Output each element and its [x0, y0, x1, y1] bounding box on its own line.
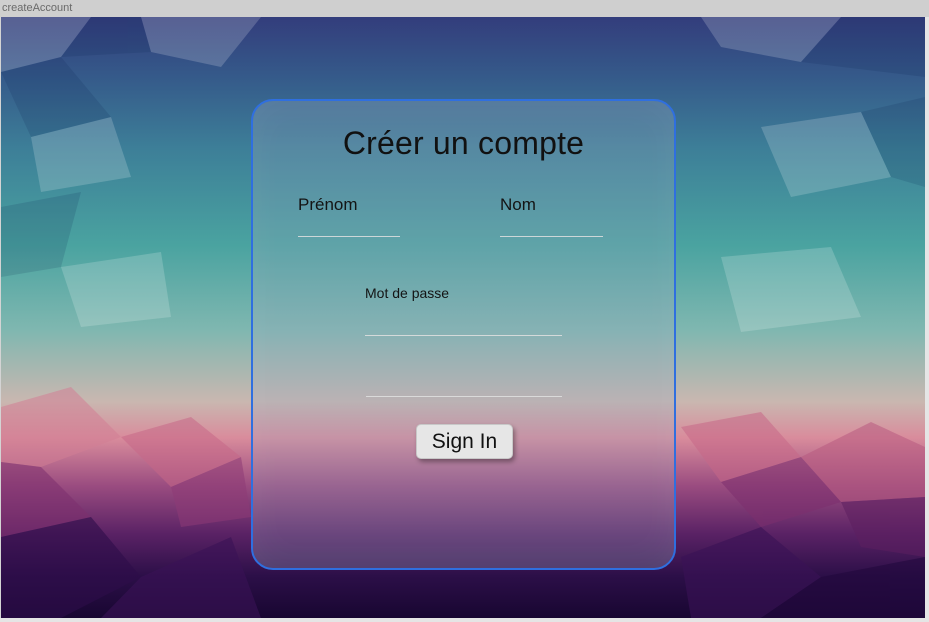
- window-title: createAccount: [0, 0, 929, 17]
- create-account-card: Créer un compte Prénom Nom Mot de passe …: [251, 99, 676, 570]
- last-name-underline: [500, 236, 603, 237]
- last-name-label: Nom: [500, 195, 536, 214]
- window-frame-bottom: [0, 618, 929, 622]
- last-name-input[interactable]: [500, 218, 603, 236]
- window-frame-right: [925, 17, 929, 622]
- password-underline: [365, 335, 562, 336]
- confirm-password-underline: [366, 396, 562, 397]
- first-name-underline: [298, 236, 400, 237]
- first-name-input[interactable]: [298, 218, 400, 236]
- page-title: Créer un compte: [342, 125, 585, 161]
- confirm-password-input[interactable]: [366, 375, 562, 395]
- app-window: createAccount Créer un compte Prénom Nom…: [0, 0, 929, 622]
- password-label: Mot de passe: [365, 285, 450, 301]
- first-name-label: Prénom: [298, 195, 358, 214]
- password-input[interactable]: [365, 313, 562, 333]
- background-image: Créer un compte Prénom Nom Mot de passe …: [1, 17, 925, 618]
- sign-in-button[interactable]: Sign In: [416, 424, 513, 459]
